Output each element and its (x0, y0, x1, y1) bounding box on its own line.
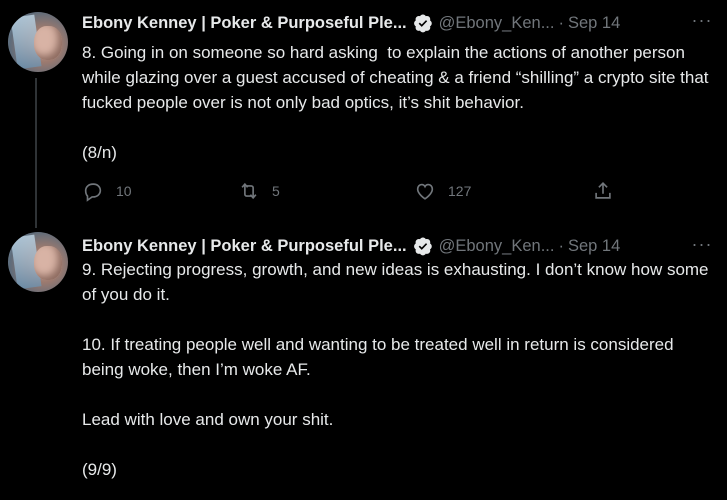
reply-count: 10 (116, 183, 132, 199)
reply-button[interactable]: 10 (82, 180, 132, 202)
tweet-header: Ebony Kenney | Poker & Purposeful Ple...… (82, 234, 620, 258)
more-icon[interactable]: ··· (690, 235, 714, 258)
retweet-icon (241, 182, 257, 200)
thread-line (35, 78, 37, 228)
avatar[interactable] (8, 12, 68, 72)
verified-badge-icon (413, 237, 432, 256)
share-button[interactable] (592, 180, 614, 202)
tweet-text: 9. Rejecting progress, growth, and new i… (82, 260, 709, 479)
tweet-date[interactable]: Sep 14 (568, 237, 620, 256)
reply-icon (84, 183, 102, 202)
more-icon[interactable]: ··· (690, 11, 714, 34)
tweet-header: Ebony Kenney | Poker & Purposeful Ple...… (82, 11, 620, 35)
tweet-1[interactable]: Ebony Kenney | Poker & Purposeful Ple...… (0, 0, 727, 228)
author-handle[interactable]: @Ebony_Ken... (439, 14, 555, 33)
like-count: 127 (448, 183, 472, 199)
tweet-date[interactable]: Sep 14 (568, 14, 620, 33)
retweet-button[interactable]: 5 (238, 180, 280, 202)
author-name[interactable]: Ebony Kenney | Poker & Purposeful Ple... (82, 237, 407, 256)
tweet-actions: 10 5 127 (82, 180, 622, 204)
share-icon (595, 182, 611, 199)
tweet-text: 8. Going in on someone so hard asking to… (82, 43, 709, 162)
retweet-count: 5 (272, 183, 280, 199)
like-button[interactable]: 127 (414, 180, 471, 202)
avatar[interactable] (8, 232, 68, 292)
separator-dot: · (558, 236, 564, 255)
separator-dot: · (558, 13, 564, 32)
author-name[interactable]: Ebony Kenney | Poker & Purposeful Ple... (82, 14, 407, 33)
like-icon (416, 183, 434, 200)
verified-badge-icon (413, 14, 432, 33)
author-handle[interactable]: @Ebony_Ken... (439, 237, 555, 256)
